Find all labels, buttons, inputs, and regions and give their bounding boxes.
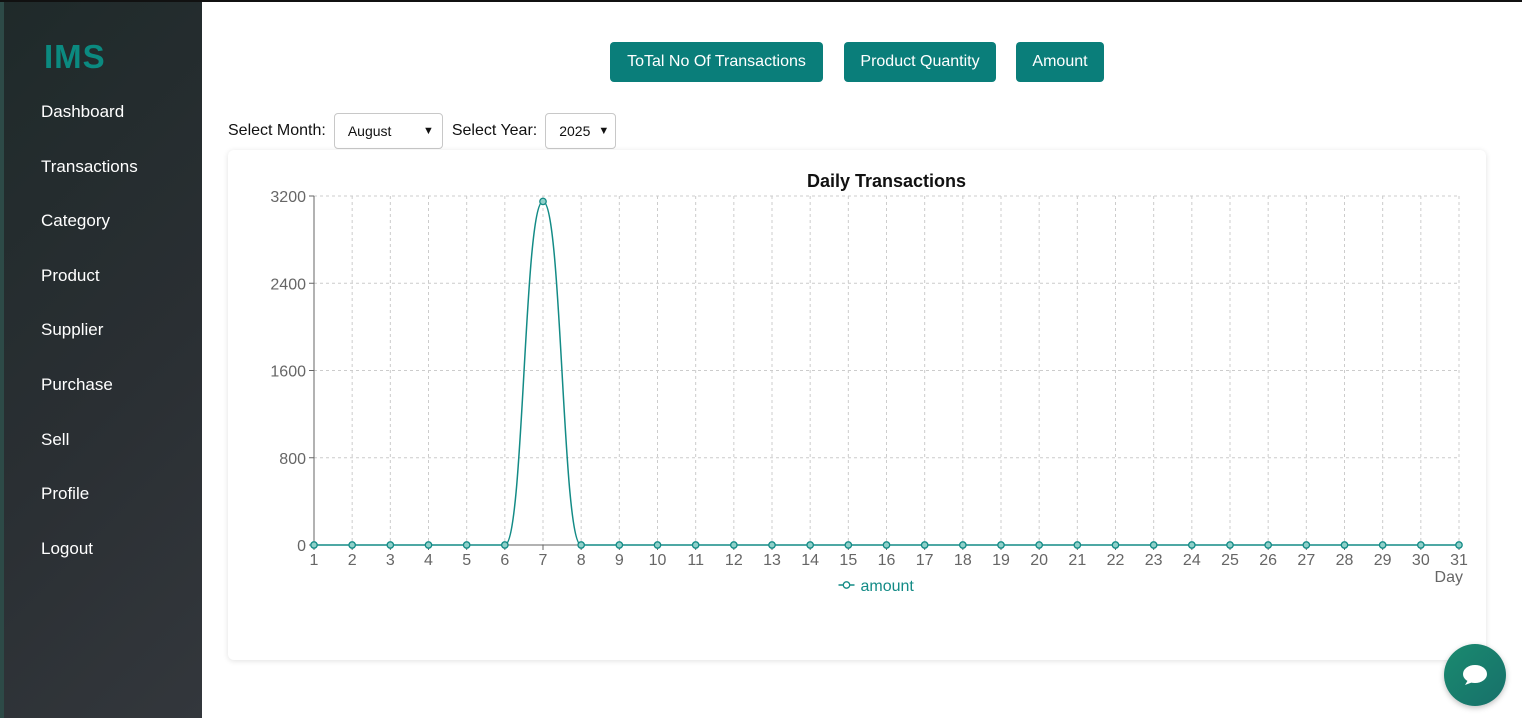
x-tick-label: 19: [992, 552, 1010, 569]
data-point: [1111, 541, 1120, 549]
data-point: [1073, 541, 1082, 549]
data-point: [1264, 541, 1273, 549]
x-tick-label: 30: [1412, 552, 1430, 569]
data-point: [844, 541, 853, 549]
data-point: [1378, 541, 1387, 549]
x-tick-label: 10: [649, 552, 667, 569]
x-tick-label: 25: [1221, 552, 1239, 569]
y-tick-label: 800: [279, 451, 306, 468]
y-tick-label: 2400: [270, 276, 306, 293]
line-chart: Daily Transactions08001600240032001 2 3 4 5 6…: [270, 171, 1468, 595]
data-point: [348, 541, 357, 549]
sidebar-item-product[interactable]: Product: [41, 256, 138, 311]
sidebar-item-profile[interactable]: Profile: [41, 474, 138, 529]
chart-title: Daily Transactions: [807, 171, 966, 191]
x-tick-label: 1: [310, 552, 319, 569]
data-point: [1340, 541, 1349, 549]
chart-card: Daily Transactions 0 800 1600 2400 3200 1 2 3 4 5 6…: [228, 150, 1486, 660]
data-point: [1149, 541, 1158, 549]
data-point: [997, 541, 1005, 549]
data-point: [1302, 541, 1311, 549]
x-tick-label: 26: [1259, 552, 1277, 569]
x-tick-label: 14: [801, 552, 819, 569]
x-tick-label: 21: [1068, 552, 1086, 569]
data-point: [539, 197, 547, 206]
x-tick-label: 23: [1145, 552, 1163, 569]
data-point: [1187, 541, 1196, 549]
sidebar-item-category[interactable]: Category: [41, 201, 138, 256]
data-point: [386, 541, 395, 549]
sidebar-item-sell[interactable]: Sell: [41, 420, 138, 475]
sidebar-nav: Dashboard Transactions Category Product …: [41, 92, 138, 583]
x-tick-label: 5: [462, 552, 471, 569]
x-axis-label: Day: [1435, 569, 1463, 586]
x-tick-label: 8: [577, 552, 586, 569]
product-quantity-button[interactable]: Product Quantity: [844, 42, 996, 82]
month-select-value: August: [347, 123, 392, 139]
data-point: [691, 541, 700, 549]
sidebar-item-purchase[interactable]: Purchase: [41, 365, 138, 420]
chevron-down-icon: ▼: [422, 125, 434, 137]
year-select[interactable]: 2025 ▼: [545, 113, 617, 149]
y-tick-label: 1600: [270, 364, 306, 381]
data-point: [653, 541, 662, 549]
x-tick-label: 20: [1030, 552, 1048, 569]
data-point: [462, 541, 471, 549]
chevron-down-icon: ▼: [598, 125, 610, 137]
sidebar: IMS Dashboard Transactions Category Prod…: [0, 2, 202, 718]
data-point: [1226, 541, 1234, 549]
data-point: [1455, 541, 1463, 549]
x-tick-label: 29: [1374, 552, 1392, 569]
x-tick-label: 27: [1297, 552, 1315, 569]
month-select[interactable]: August ▼: [333, 113, 443, 149]
data-point: [729, 541, 738, 549]
chat-bubble-icon: [1463, 665, 1487, 685]
sidebar-item-dashboard[interactable]: Dashboard: [41, 92, 138, 147]
month-label: Select Month:: [228, 122, 326, 139]
x-tick-label: 24: [1183, 552, 1201, 569]
x-tick-label: 3: [386, 552, 395, 569]
x-tick-label: 6: [500, 552, 509, 569]
amount-button[interactable]: Amount: [1016, 42, 1104, 82]
x-tick-label: 22: [1107, 552, 1125, 569]
date-filters: Select Month: August ▼ Select Year: 2025…: [228, 113, 617, 149]
year-label: Select Year:: [451, 122, 538, 139]
chart-toggle-bar: ToTal No Of Transactions Product Quantit…: [0, 42, 1522, 82]
total-transactions-button[interactable]: ToTal No Of Transactions: [610, 42, 823, 82]
legend-label: amount: [861, 578, 915, 595]
x-tick-label: 11: [687, 552, 704, 569]
data-point: [882, 541, 891, 549]
x-tick-label: 31: [1450, 552, 1468, 569]
sidebar-item-transactions[interactable]: Transactions: [41, 147, 138, 202]
x-tick-label: 15: [839, 552, 857, 569]
data-point: [615, 541, 624, 549]
data-point: [958, 541, 967, 549]
x-tick-label: 17: [916, 552, 934, 569]
data-point: [500, 541, 509, 549]
sidebar-item-logout[interactable]: Logout: [41, 529, 138, 584]
data-point: [806, 541, 815, 549]
x-tick-label: 18: [954, 552, 972, 569]
x-tick-label: 2: [348, 552, 357, 569]
data-point: [310, 541, 318, 549]
data-point: [424, 541, 433, 549]
data-point: [1035, 541, 1044, 549]
y-tick-label: 0: [297, 538, 306, 555]
data-point: [1416, 541, 1425, 549]
x-tick-label: 13: [763, 552, 781, 569]
data-point: [577, 541, 586, 549]
chat-button[interactable]: [1444, 644, 1506, 706]
year-select-value: 2025: [559, 123, 591, 139]
data-point: [768, 541, 776, 549]
x-tick-label: 7: [539, 552, 548, 569]
x-tick-label: 4: [424, 552, 433, 569]
y-tick-label: 3200: [270, 189, 306, 206]
legend-marker-point: [842, 581, 851, 589]
sidebar-item-supplier[interactable]: Supplier: [41, 310, 138, 365]
x-tick-label: 16: [878, 552, 896, 569]
x-tick-label: 9: [615, 552, 624, 569]
x-tick-label: 12: [725, 552, 743, 569]
x-tick-label: 28: [1336, 552, 1354, 569]
data-point: [920, 541, 929, 549]
